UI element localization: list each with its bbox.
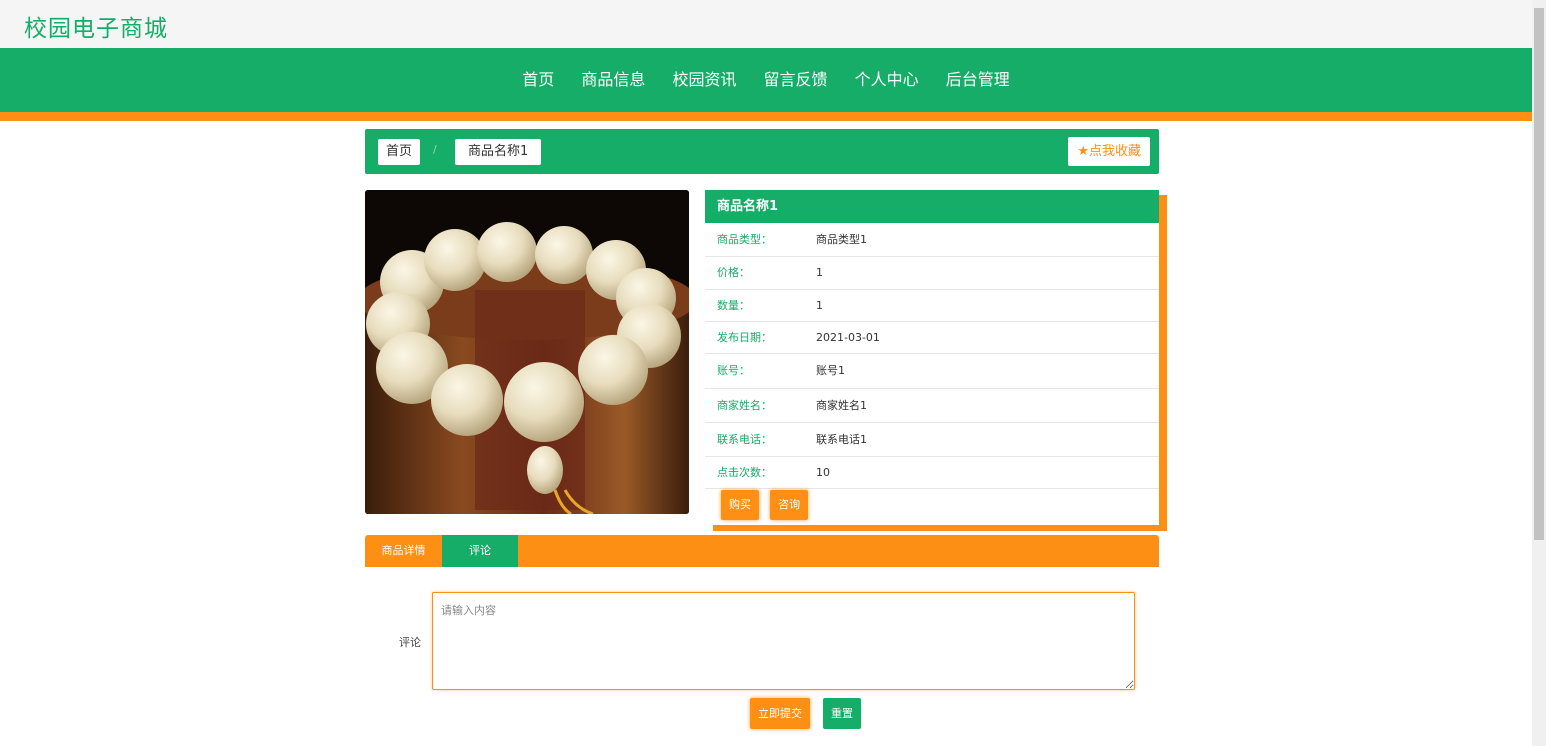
breadcrumb-separator: /	[433, 143, 437, 156]
favorite-button[interactable]: ★点我收藏	[1068, 137, 1150, 166]
product-image	[365, 190, 689, 514]
reset-button[interactable]: 重置	[823, 698, 861, 729]
scrollbar-thumb[interactable]	[1534, 8, 1544, 540]
bead-bracelet-photo	[365, 190, 689, 514]
consult-button[interactable]: 咨询	[770, 490, 809, 520]
info-value: 10	[816, 466, 830, 479]
main-nav: 首页 商品信息 校园资讯 留言反馈 个人中心 后台管理	[0, 48, 1532, 121]
nav-item-admin[interactable]: 后台管理	[946, 66, 1010, 90]
tab-comment[interactable]: 评论	[442, 535, 518, 567]
info-row-account: 账号： 账号1	[705, 354, 1159, 389]
info-value: 商家姓名1	[816, 399, 867, 412]
info-label: 商家姓名：	[717, 399, 772, 412]
info-label: 数量：	[717, 299, 750, 312]
nav-item-products[interactable]: 商品信息	[581, 66, 645, 90]
product-actions: 购买 咨询	[721, 490, 814, 520]
nav-item-home[interactable]: 首页	[522, 66, 554, 90]
comment-input[interactable]	[432, 592, 1135, 690]
breadcrumb-home[interactable]: 首页	[378, 139, 421, 165]
info-row-quantity: 数量： 1	[705, 290, 1159, 322]
info-value: 商品类型1	[816, 233, 867, 246]
info-label: 点击次数：	[717, 466, 772, 479]
info-value: 账号1	[816, 364, 845, 377]
info-label: 价格：	[717, 266, 750, 279]
favorite-label: 点我收藏	[1088, 144, 1141, 159]
nav-item-profile[interactable]: 个人中心	[855, 66, 919, 90]
info-label: 发布日期：	[717, 331, 772, 344]
info-value: 联系电话1	[816, 433, 867, 446]
product-name: 商品名称1	[705, 190, 1159, 223]
info-value: 2021-03-01	[816, 331, 880, 344]
info-row-clicks: 点击次数： 10	[705, 457, 1159, 489]
info-row-price: 价格： 1	[705, 257, 1159, 290]
site-title[interactable]: 校园电子商城	[24, 9, 168, 43]
info-label: 账号：	[717, 364, 750, 377]
comment-label: 评论	[399, 636, 421, 649]
star-icon: ★	[1077, 144, 1089, 159]
buy-button[interactable]: 购买	[721, 490, 759, 520]
info-row-publish-date: 发布日期： 2021-03-01	[705, 322, 1159, 354]
info-row-phone: 联系电话： 联系电话1	[705, 423, 1159, 457]
info-value: 1	[816, 299, 823, 312]
top-bar: 校园电子商城	[0, 0, 1532, 48]
info-label: 商品类型：	[717, 233, 772, 246]
info-value: 1	[816, 266, 823, 279]
submit-button[interactable]: 立即提交	[750, 698, 810, 729]
product-info-panel: 商品名称1 商品类型： 商品类型1 价格： 1 数量： 1 发布日期： 2021…	[705, 190, 1159, 525]
info-label: 联系电话：	[717, 433, 772, 446]
tab-product-detail[interactable]: 商品详情	[365, 535, 442, 567]
nav-item-news[interactable]: 校园资讯	[672, 66, 736, 90]
detail-tabs: 商品详情 评论	[365, 535, 1159, 567]
breadcrumb: 首页 / 商品名称1 ★点我收藏	[365, 129, 1159, 174]
info-row-type: 商品类型： 商品类型1	[705, 223, 1159, 257]
nav-item-feedback[interactable]: 留言反馈	[764, 66, 828, 90]
breadcrumb-current: 商品名称1	[455, 139, 542, 165]
info-row-merchant-name: 商家姓名： 商家姓名1	[705, 389, 1159, 423]
vertical-scrollbar[interactable]	[1532, 0, 1546, 746]
